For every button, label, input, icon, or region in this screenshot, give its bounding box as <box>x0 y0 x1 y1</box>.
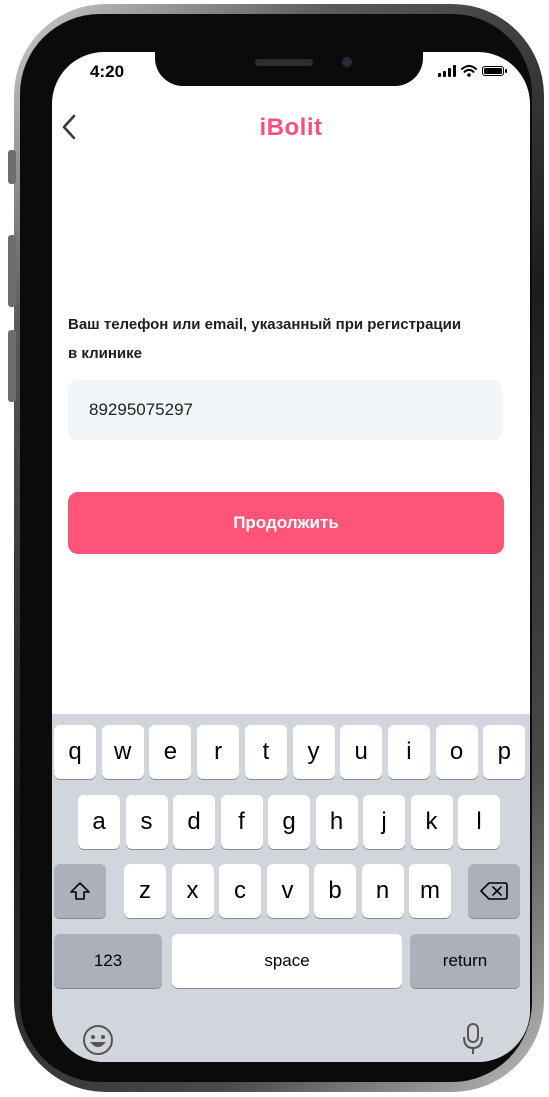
key-r[interactable]: r <box>197 725 240 779</box>
shift-icon <box>70 882 90 900</box>
key-v[interactable]: v <box>266 864 309 918</box>
backspace-icon <box>480 882 508 900</box>
key-p[interactable]: p <box>483 725 526 779</box>
mute-switch <box>8 150 16 184</box>
key-m[interactable]: m <box>409 864 451 918</box>
key-u[interactable]: u <box>340 725 383 779</box>
key-h[interactable]: h <box>315 795 358 849</box>
app-screen: 4:20 iBolit Ваш телефон или email, указа… <box>52 52 530 1062</box>
key-i[interactable]: i <box>387 725 430 779</box>
emoji-icon <box>83 1025 113 1055</box>
key-k[interactable]: k <box>410 795 453 849</box>
key-d[interactable]: d <box>173 795 215 849</box>
emoji-button[interactable] <box>82 1024 114 1061</box>
phone-email-input[interactable] <box>68 380 502 440</box>
speaker <box>255 59 313 66</box>
key-z[interactable]: z <box>124 864 166 918</box>
front-camera <box>342 57 352 67</box>
brand-logo: iBolit <box>259 114 323 141</box>
signal-icon <box>438 65 456 77</box>
status-time: 4:20 <box>90 62 125 81</box>
key-b[interactable]: b <box>314 864 356 918</box>
key-c[interactable]: c <box>219 864 261 918</box>
microphone-icon <box>463 1023 483 1054</box>
numbers-key[interactable]: 123 <box>54 934 162 988</box>
key-e[interactable]: e <box>149 725 192 779</box>
notch <box>155 52 423 86</box>
key-q[interactable]: q <box>54 725 96 779</box>
return-key[interactable]: return <box>410 934 520 988</box>
key-o[interactable]: o <box>435 725 478 779</box>
key-t[interactable]: t <box>244 725 287 779</box>
key-y[interactable]: y <box>292 725 335 779</box>
wifi-icon <box>461 65 477 77</box>
key-n[interactable]: n <box>361 864 404 918</box>
volume-down-button <box>8 330 16 402</box>
shift-key[interactable] <box>54 864 106 918</box>
key-a[interactable]: a <box>78 795 120 849</box>
continue-button[interactable]: Продолжить <box>68 492 504 554</box>
key-f[interactable]: f <box>220 795 263 849</box>
key-s[interactable]: s <box>125 795 168 849</box>
backspace-key[interactable] <box>468 864 520 918</box>
space-key[interactable]: space <box>172 934 402 988</box>
volume-up-button <box>8 235 16 307</box>
key-g[interactable]: g <box>268 795 310 849</box>
key-w[interactable]: w <box>101 725 144 779</box>
battery-icon <box>482 66 507 76</box>
key-l[interactable]: l <box>458 795 500 849</box>
onscreen-keyboard: qwertyuiop asdfghjkl zxcvbnm 123 space r… <box>52 714 530 1062</box>
dictation-button[interactable] <box>462 1022 484 1061</box>
key-x[interactable]: x <box>171 864 214 918</box>
status-icons <box>438 65 507 77</box>
key-j[interactable]: j <box>363 795 405 849</box>
phone-email-label: Ваш телефон или email, указанный при рег… <box>68 316 462 362</box>
